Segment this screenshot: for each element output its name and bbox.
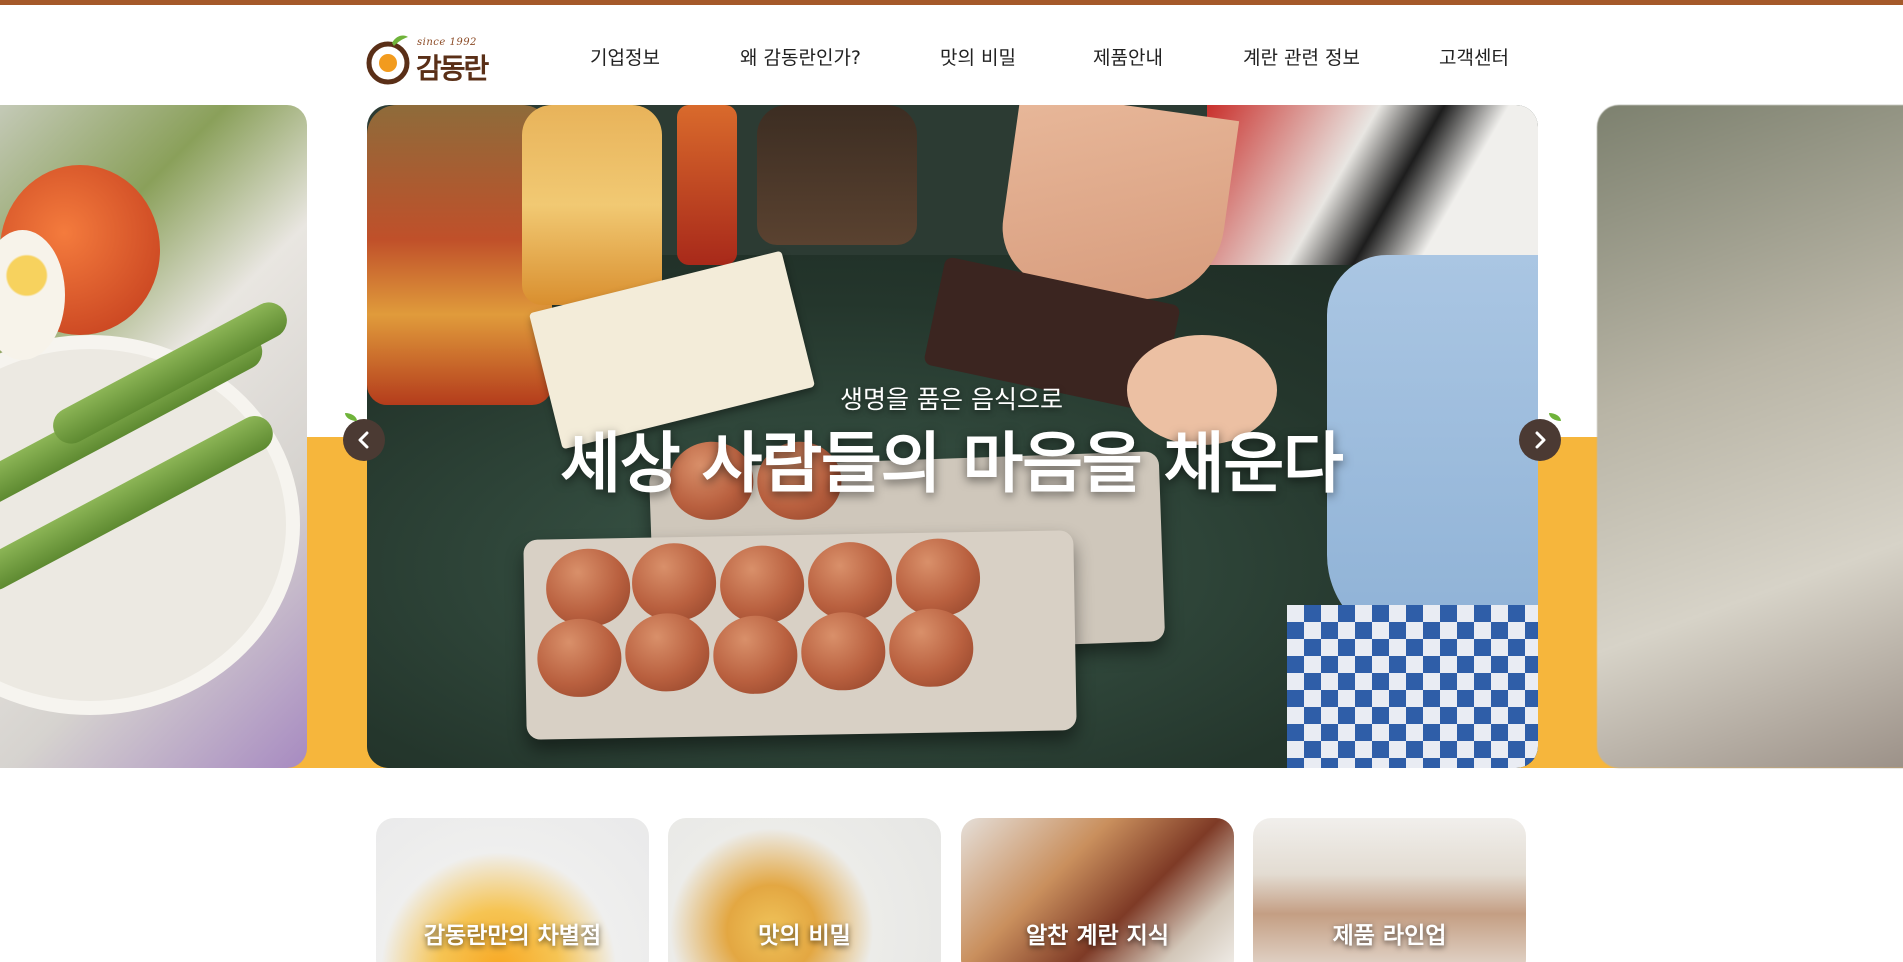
- chevron-right-icon: [1535, 431, 1546, 449]
- nav-item-taste-secret[interactable]: 맛의 비밀: [940, 43, 1093, 73]
- site-header: since 1992 감동란 기업정보 왜 감동란인가? 맛의 비밀 제품안내 …: [0, 5, 1903, 105]
- card-difference[interactable]: 감동란만의 차별점: [376, 818, 649, 962]
- egg-tray-front: [523, 530, 1077, 740]
- card-label: 맛의 비밀: [758, 923, 851, 949]
- nav-item-company-info[interactable]: 기업정보: [590, 43, 740, 73]
- egg: [624, 612, 710, 693]
- nav-item-egg-info[interactable]: 계란 관련 정보: [1243, 43, 1439, 73]
- egg: [712, 615, 799, 695]
- egg: [545, 547, 631, 628]
- egg: [800, 611, 886, 691]
- checkered-cloth: [1287, 605, 1538, 768]
- egg: [895, 537, 981, 618]
- egg-logo-icon: [366, 35, 410, 85]
- hero-title: 세상 사람들의 마음을 채운다: [560, 425, 1344, 502]
- card-label: 감동란만의 차별점: [423, 923, 602, 949]
- pepper-jar: [677, 105, 737, 265]
- egg: [631, 542, 717, 622]
- egg: [536, 618, 623, 698]
- card-egg-knowledge[interactable]: 알찬 계란 지식: [961, 818, 1234, 962]
- chevron-left-icon: [358, 431, 369, 449]
- carousel-prev-button[interactable]: [343, 413, 385, 461]
- spice-jar: [757, 105, 917, 245]
- apron: [1207, 105, 1538, 265]
- nav-item-why-gamdongran[interactable]: 왜 감동란인가?: [740, 43, 940, 73]
- main-nav: 기업정보 왜 감동란인가? 맛의 비밀 제품안내 계란 관련 정보 고객센터: [590, 43, 1509, 73]
- feature-cards: 감동란만의 차별점 맛의 비밀 알찬 계란 지식 제품 라인업: [376, 818, 1526, 962]
- card-taste-secret[interactable]: 맛의 비밀: [668, 818, 941, 962]
- egg: [888, 607, 974, 688]
- egg: [719, 544, 805, 625]
- card-label: 알찬 계란 지식: [1026, 923, 1169, 949]
- site-logo[interactable]: since 1992 감동란: [366, 31, 501, 85]
- egg: [807, 541, 893, 621]
- lemon-jar: [522, 105, 662, 305]
- logo-wordmark: 감동란: [416, 52, 489, 85]
- nav-item-customer-center[interactable]: 고객센터: [1439, 43, 1509, 73]
- nav-item-products[interactable]: 제품안내: [1093, 43, 1243, 73]
- card-label: 제품 라인업: [1332, 923, 1447, 949]
- card-product-lineup[interactable]: 제품 라인업: [1253, 818, 1526, 962]
- carousel-next-button[interactable]: [1519, 413, 1561, 461]
